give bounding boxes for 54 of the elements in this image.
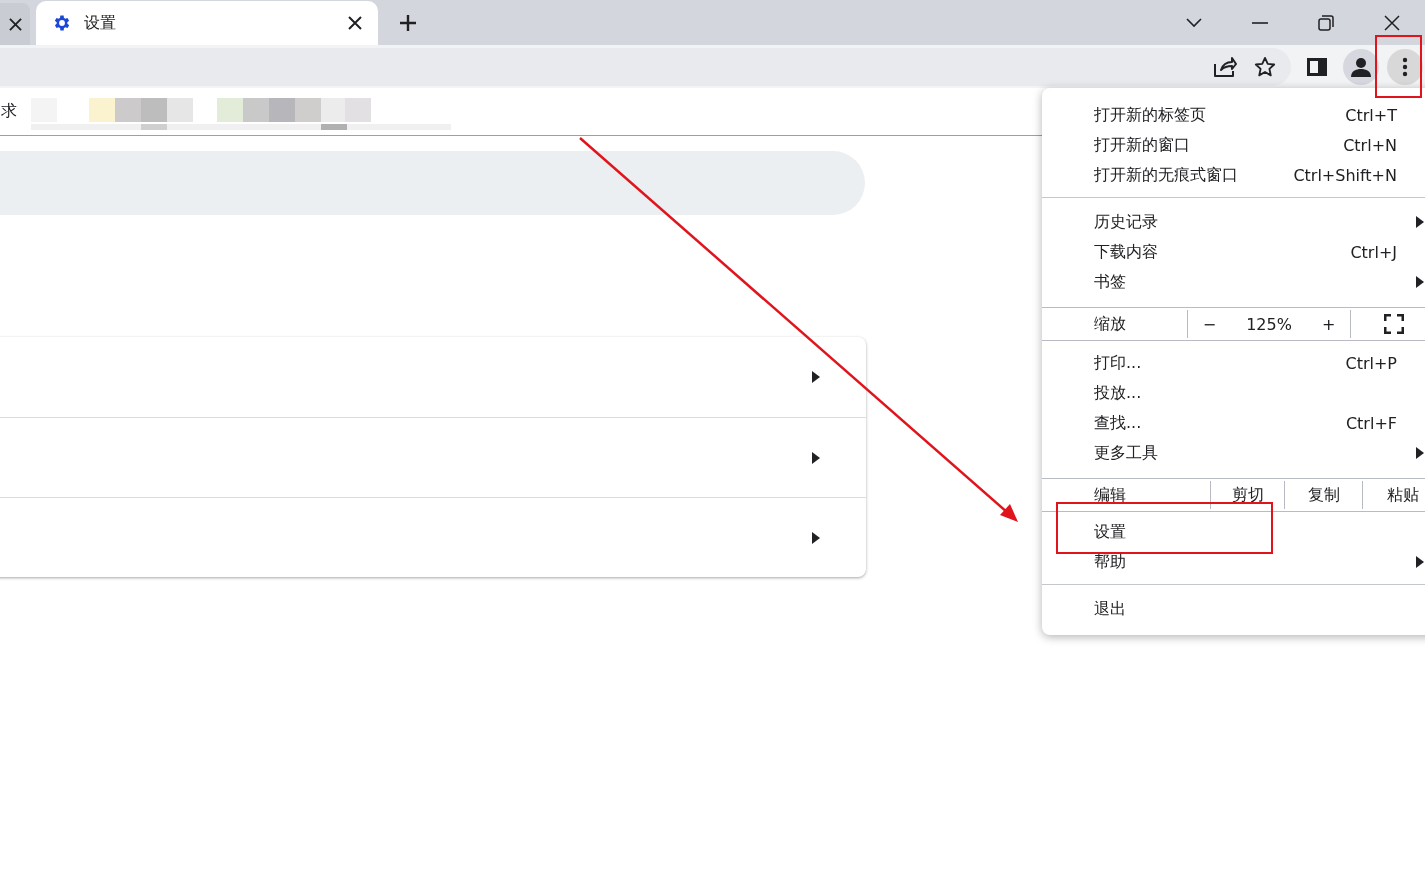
caret-icon <box>1416 276 1424 288</box>
search-field[interactable] <box>0 151 865 215</box>
caret-icon <box>1416 447 1424 459</box>
plus-icon[interactable] <box>399 13 417 32</box>
caret-icon <box>1416 556 1424 568</box>
bookmark-text: 求 <box>1 101 17 122</box>
minimize-icon[interactable] <box>1252 21 1268 24</box>
gear-icon <box>52 13 72 33</box>
menu-item[interactable]: 设置 <box>1042 517 1425 547</box>
chevron-down-icon[interactable] <box>1186 17 1202 28</box>
caret-icon <box>1416 216 1424 228</box>
menu-item[interactable]: 打印... Ctrl+P <box>1042 348 1425 378</box>
menu-item[interactable]: 查找... Ctrl+F <box>1042 408 1425 438</box>
zoom-in-button[interactable]: + <box>1321 314 1336 334</box>
side-panel-icon[interactable] <box>1307 57 1327 76</box>
zoom-label: 缩放 <box>1094 313 1126 335</box>
close-icon[interactable] <box>1384 14 1400 31</box>
close-icon[interactable] <box>8 17 22 31</box>
zoom-value: 125% <box>1246 314 1292 334</box>
edit-action-button[interactable]: 复制 <box>1307 484 1340 506</box>
edit-action-button[interactable]: 剪切 <box>1231 484 1264 506</box>
shortcut-text: Ctrl+N <box>1343 135 1397 155</box>
browser-tab[interactable]: 设置 <box>36 1 378 45</box>
caret-icon <box>812 531 820 544</box>
fullscreen-icon[interactable] <box>1384 314 1404 334</box>
menu-item[interactable]: 书签 <box>1042 267 1425 297</box>
close-icon[interactable] <box>348 16 362 30</box>
highlight-frame <box>1375 35 1422 98</box>
menu-item[interactable]: 退出 <box>1042 594 1425 624</box>
caret-icon <box>812 371 820 383</box>
shortcut-text: Ctrl+T <box>1345 105 1397 125</box>
menu-item[interactable]: 帮助 <box>1042 547 1425 577</box>
shortcut-text: Ctrl+P <box>1345 353 1397 373</box>
menu-item[interactable]: 历史记录 <box>1042 207 1425 237</box>
shortcut-text: Ctrl+F <box>1345 413 1397 433</box>
tab[interactable] <box>0 3 30 45</box>
caret-icon <box>812 451 820 464</box>
star-icon[interactable] <box>1254 55 1276 78</box>
share-icon[interactable] <box>1213 55 1237 78</box>
menu-item[interactable]: 打开新的窗口 Ctrl+N <box>1042 130 1425 160</box>
menu-item[interactable]: 投放... <box>1042 378 1425 408</box>
more-icon[interactable] <box>1402 56 1408 77</box>
menu-button[interactable] <box>1387 48 1423 85</box>
shortcut-text: Ctrl+J <box>1350 242 1397 262</box>
menu-item[interactable]: 更多工具 <box>1042 438 1425 468</box>
menu-item[interactable]: 打开新的标签页 Ctrl+T <box>1042 100 1425 130</box>
menu-item[interactable]: 下载内容 Ctrl+J <box>1042 237 1425 267</box>
zoom-out-button[interactable]: − <box>1202 314 1217 334</box>
edit-label: 编辑 <box>1094 484 1126 506</box>
menu-item[interactable]: 打开新的无痕式窗口 Ctrl+Shift+N <box>1042 160 1425 190</box>
profile-icon[interactable] <box>1350 55 1372 78</box>
edit-action-button[interactable]: 粘贴 <box>1386 484 1419 506</box>
shortcut-text: Ctrl+Shift+N <box>1293 165 1397 185</box>
restore-icon[interactable] <box>1318 14 1334 31</box>
